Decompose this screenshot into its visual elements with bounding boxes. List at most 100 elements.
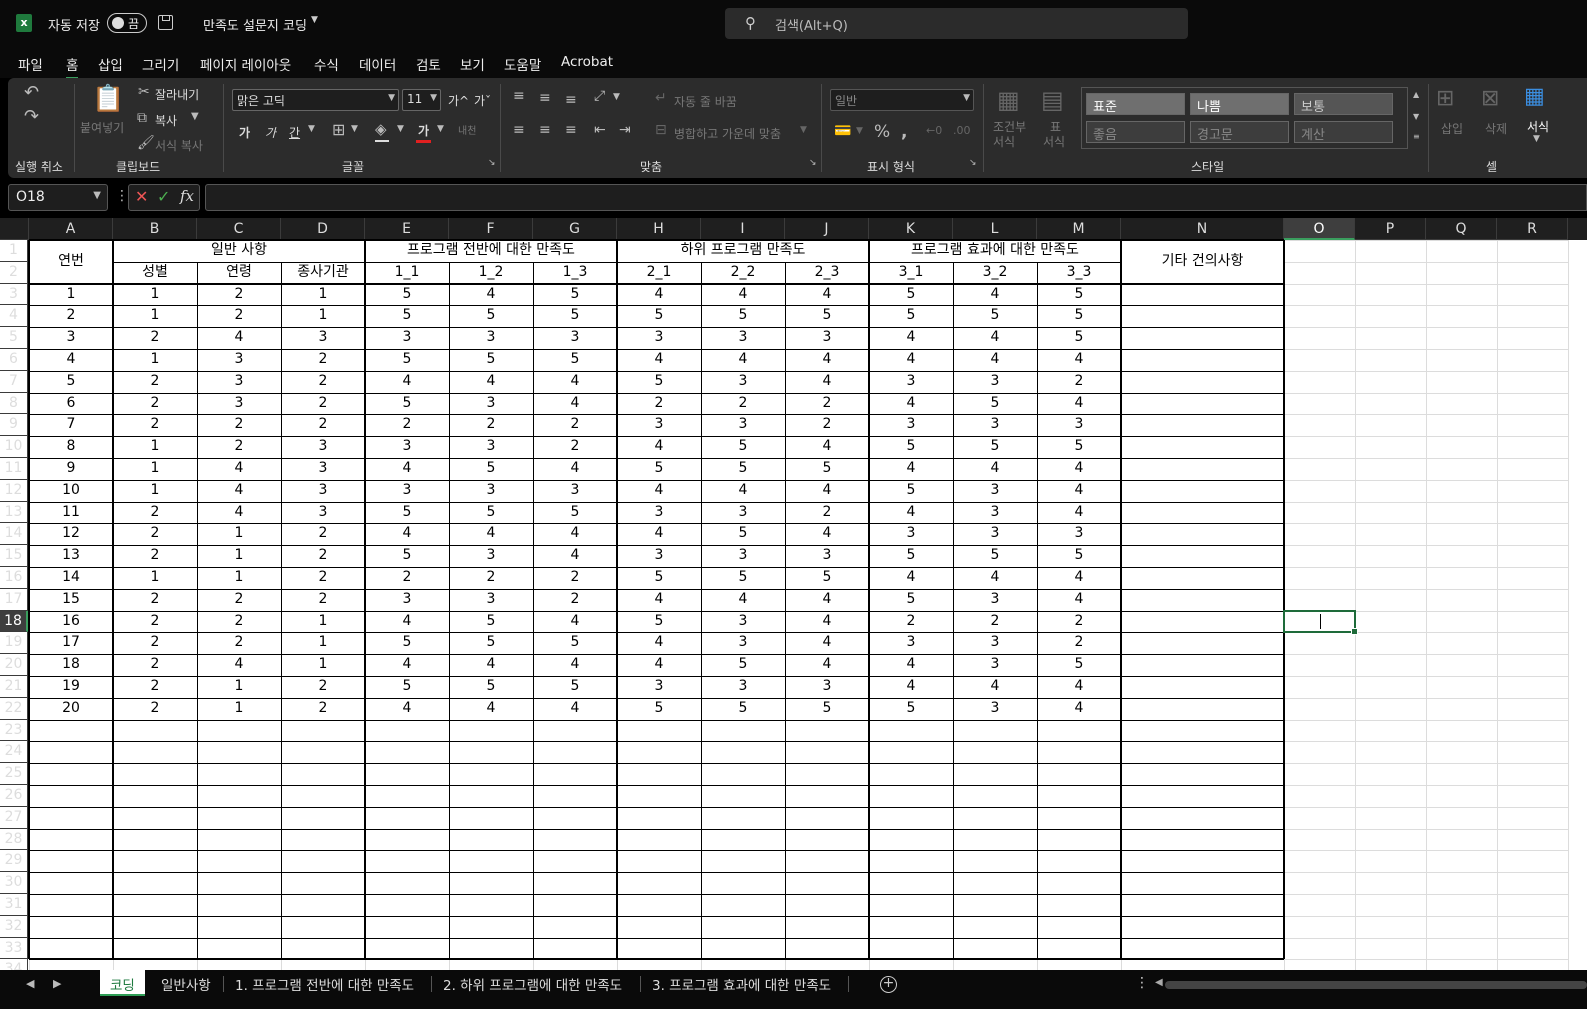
data-cell[interactable]: 4 xyxy=(1037,698,1121,720)
row-header[interactable]: 7 xyxy=(0,370,28,393)
data-cell[interactable]: 2 xyxy=(533,436,617,458)
grow-font-button[interactable]: 가^ xyxy=(448,92,469,109)
data-cell[interactable]: 2 xyxy=(281,545,365,567)
data-cell[interactable]: 5 xyxy=(365,284,449,306)
row-header[interactable]: 25 xyxy=(0,763,28,785)
data-cell[interactable]: 3 xyxy=(953,589,1037,611)
data-cell[interactable]: 4 xyxy=(533,393,617,415)
data-cell[interactable]: 1 xyxy=(281,632,365,654)
data-cell[interactable]: 2 xyxy=(365,414,449,436)
data-cell[interactable]: 5 xyxy=(869,589,953,611)
data-cell[interactable]: 16 xyxy=(29,611,113,633)
data-cell[interactable]: 3 xyxy=(617,414,701,436)
data-cell[interactable]: 4 xyxy=(869,502,953,524)
prev-sheet-icon[interactable]: ◀ xyxy=(26,977,34,990)
column-header[interactable]: R xyxy=(1497,218,1568,240)
tab-data[interactable]: 데이터 xyxy=(359,54,396,74)
data-cell[interactable]: 4 xyxy=(869,393,953,415)
data-cell[interactable]: 2 xyxy=(113,611,197,633)
data-cell[interactable]: 5 xyxy=(365,305,449,327)
format-cells-icon[interactable]: ▦ xyxy=(1524,84,1545,109)
data-cell[interactable]: 5 xyxy=(869,545,953,567)
data-cell[interactable]: 5 xyxy=(533,502,617,524)
align-left-icon[interactable]: ≡ xyxy=(513,122,525,138)
data-cell[interactable]: 4 xyxy=(701,284,785,306)
data-cell[interactable]: 5 xyxy=(449,611,533,633)
data-cell[interactable]: 4 xyxy=(785,654,869,676)
format-painter-icon[interactable]: 🖌 xyxy=(137,135,155,151)
row-header[interactable]: 16 xyxy=(0,567,28,589)
data-cell[interactable]: 3 xyxy=(1037,414,1121,436)
data-cell[interactable]: 5 xyxy=(869,305,953,327)
data-cell[interactable]: 4 xyxy=(953,458,1037,480)
column-header[interactable]: C xyxy=(197,218,281,240)
align-right-icon[interactable]: ≡ xyxy=(565,122,577,138)
data-cell[interactable]: 3 xyxy=(1037,523,1121,545)
data-cell[interactable]: 3 xyxy=(365,589,449,611)
header-item[interactable]: 2_2 xyxy=(701,262,785,284)
data-cell[interactable]: 2 xyxy=(197,611,281,633)
data-cell[interactable]: 4 xyxy=(449,698,533,720)
data-cell[interactable]: 4 xyxy=(365,698,449,720)
data-cell[interactable]: 5 xyxy=(449,458,533,480)
conditional-format-line2[interactable]: 서식 xyxy=(993,133,1015,150)
sheet-tab-sub-program[interactable]: 2. 하위 프로그램에 대한 만족도 xyxy=(443,970,622,996)
cell-style-good[interactable]: 좋음 xyxy=(1086,121,1185,143)
data-cell[interactable]: 3 xyxy=(617,502,701,524)
data-cell[interactable]: 5 xyxy=(617,371,701,393)
data-cell[interactable]: 2 xyxy=(113,545,197,567)
data-cell[interactable]: 5 xyxy=(953,393,1037,415)
data-cell[interactable]: 3 xyxy=(449,589,533,611)
row-header[interactable]: 21 xyxy=(0,676,28,698)
shrink-font-button[interactable]: 가ˇ xyxy=(474,92,491,109)
align-center-icon[interactable]: ≡ xyxy=(539,122,551,138)
data-cell[interactable]: 2 xyxy=(197,414,281,436)
data-cell[interactable]: 3 xyxy=(701,414,785,436)
data-cell[interactable]: 4 xyxy=(1037,349,1121,371)
data-cell[interactable]: 3 xyxy=(953,414,1037,436)
data-cell[interactable]: 12 xyxy=(29,523,113,545)
italic-button[interactable]: 가 xyxy=(265,124,276,141)
align-middle-icon[interactable]: ≡ xyxy=(539,90,551,106)
row-header[interactable]: 8 xyxy=(0,392,28,415)
data-cell[interactable]: 3 xyxy=(869,632,953,654)
data-cell[interactable]: 1 xyxy=(197,676,281,698)
data-cell[interactable]: 3 xyxy=(701,502,785,524)
data-cell[interactable]: 4 xyxy=(785,523,869,545)
data-cell[interactable]: 4 xyxy=(533,523,617,545)
dialog-launcher-icon[interactable]: ↘ xyxy=(969,158,977,168)
data-cell[interactable]: 4 xyxy=(1037,502,1121,524)
data-cell[interactable]: 1 xyxy=(113,284,197,306)
row-header[interactable]: 9 xyxy=(0,414,28,437)
data-cell[interactable]: 5 xyxy=(869,698,953,720)
data-cell[interactable]: 4 xyxy=(533,458,617,480)
data-cell[interactable]: 3 xyxy=(449,393,533,415)
data-cell[interactable]: 11 xyxy=(29,502,113,524)
data-cell[interactable]: 5 xyxy=(449,632,533,654)
data-cell[interactable]: 5 xyxy=(1037,654,1121,676)
chevron-down-icon[interactable]: ▼ xyxy=(191,111,199,122)
comma-style-icon[interactable]: , xyxy=(901,122,907,142)
data-cell[interactable]: 15 xyxy=(29,589,113,611)
data-cell[interactable]: 3 xyxy=(701,371,785,393)
tab-file[interactable]: 파일 xyxy=(18,54,43,74)
data-cell[interactable]: 5 xyxy=(29,371,113,393)
row-header[interactable]: 4 xyxy=(0,305,28,328)
data-cell[interactable]: 5 xyxy=(785,458,869,480)
chevron-down-icon[interactable]: ▼ xyxy=(800,125,807,135)
data-cell[interactable]: 5 xyxy=(365,393,449,415)
data-cell[interactable]: 5 xyxy=(701,698,785,720)
data-cell[interactable]: 5 xyxy=(449,349,533,371)
data-cell[interactable]: 1 xyxy=(113,349,197,371)
phonetic-button[interactable]: 내천 xyxy=(458,122,476,137)
gallery-more-icon[interactable]: ≡ xyxy=(1413,132,1420,141)
data-cell[interactable]: 4 xyxy=(617,436,701,458)
data-cell[interactable]: 13 xyxy=(29,545,113,567)
data-cell[interactable]: 3 xyxy=(953,502,1037,524)
data-cell[interactable]: 5 xyxy=(1037,436,1121,458)
tab-help[interactable]: 도움말 xyxy=(504,54,541,74)
data-cell[interactable]: 3 xyxy=(281,502,365,524)
chevron-down-icon[interactable]: ▼ xyxy=(1533,134,1540,144)
row-header[interactable]: 5 xyxy=(0,327,28,349)
data-cell[interactable]: 4 xyxy=(785,371,869,393)
